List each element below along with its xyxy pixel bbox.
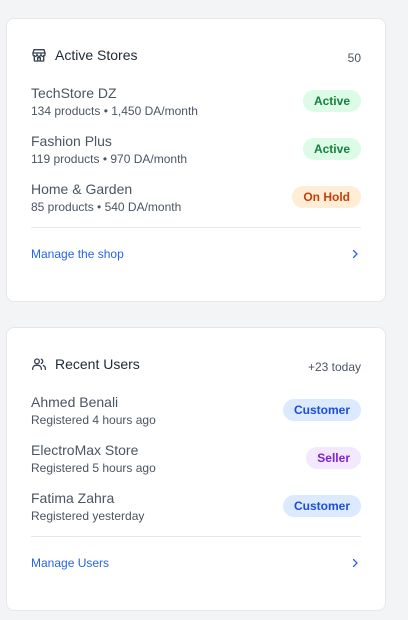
user-name: Ahmed Benali (31, 393, 119, 410)
recent-users-header: Recent Users +23 today (31, 350, 361, 378)
user-name: Fatima Zahra (31, 489, 115, 506)
manage-users-label[interactable]: Manage Users (31, 556, 109, 570)
user-list: Ahmed Benali Registered 4 hours ago Cust… (31, 386, 361, 530)
role-badge: Seller (306, 447, 361, 469)
store-info: Fashion Plus 119 products • 970 DA/month (31, 132, 187, 167)
store-name: Home & Garden (31, 180, 133, 197)
active-stores-count: 50 (347, 51, 361, 65)
store-icon (31, 47, 47, 63)
chevron-right-icon[interactable] (349, 557, 361, 569)
store-name: TechStore DZ (31, 84, 117, 101)
user-info: ElectroMax Store Registered 5 hours ago (31, 441, 156, 476)
recent-users-card: Recent Users +23 today Ahmed Benali Regi… (6, 327, 386, 611)
user-row-ahmed-benali[interactable]: Ahmed Benali Registered 4 hours ago Cust… (31, 386, 361, 434)
manage-shop-link[interactable]: Manage the shop (31, 228, 361, 280)
recent-users-title: Recent Users (55, 356, 140, 372)
store-details: 134 products • 1,450 DA/month (31, 103, 198, 118)
active-stores-title-group: Active Stores (31, 47, 137, 63)
store-details: 119 products • 970 DA/month (31, 151, 188, 166)
active-stores-header: Active Stores 50 (31, 41, 361, 69)
chevron-right-icon[interactable] (349, 248, 361, 260)
user-row-electromax-store[interactable]: ElectroMax Store Registered 5 hours ago … (31, 434, 361, 482)
store-name: Fashion Plus (31, 132, 112, 149)
store-info: TechStore DZ 134 products • 1,450 DA/mon… (31, 84, 198, 119)
active-stores-card: Active Stores 50 TechStore DZ 134 produc… (6, 18, 386, 302)
status-badge: Active (302, 90, 361, 112)
role-badge: Customer (282, 495, 361, 517)
recent-users-title-group: Recent Users (31, 356, 140, 372)
user-info: Fatima Zahra Registered yesterday (31, 489, 144, 524)
store-row-fashion-plus[interactable]: Fashion Plus 119 products • 970 DA/month… (31, 125, 361, 173)
user-registered: Registered yesterday (31, 508, 145, 523)
user-name: ElectroMax Store (31, 441, 139, 458)
active-stores-title: Active Stores (55, 47, 138, 63)
store-row-home-garden[interactable]: Home & Garden 85 products • 540 DA/month… (31, 173, 361, 221)
manage-users-link[interactable]: Manage Users (31, 537, 361, 589)
user-registered: Registered 5 hours ago (31, 460, 156, 475)
status-badge: Active (302, 138, 361, 160)
store-list: TechStore DZ 134 products • 1,450 DA/mon… (31, 77, 361, 221)
role-badge: Customer (282, 399, 361, 421)
store-info: Home & Garden 85 products • 540 DA/month (31, 180, 181, 215)
store-row-techstore[interactable]: TechStore DZ 134 products • 1,450 DA/mon… (31, 77, 361, 125)
user-row-fatima-zahra[interactable]: Fatima Zahra Registered yesterday Custom… (31, 482, 361, 530)
status-badge: On Hold (292, 186, 361, 208)
store-details: 85 products • 540 DA/month (31, 199, 182, 214)
user-registered: Registered 4 hours ago (31, 412, 156, 427)
users-icon (31, 356, 47, 372)
recent-users-count: +23 today (307, 360, 361, 374)
user-info: Ahmed Benali Registered 4 hours ago (31, 393, 156, 428)
manage-shop-label[interactable]: Manage the shop (31, 247, 124, 261)
